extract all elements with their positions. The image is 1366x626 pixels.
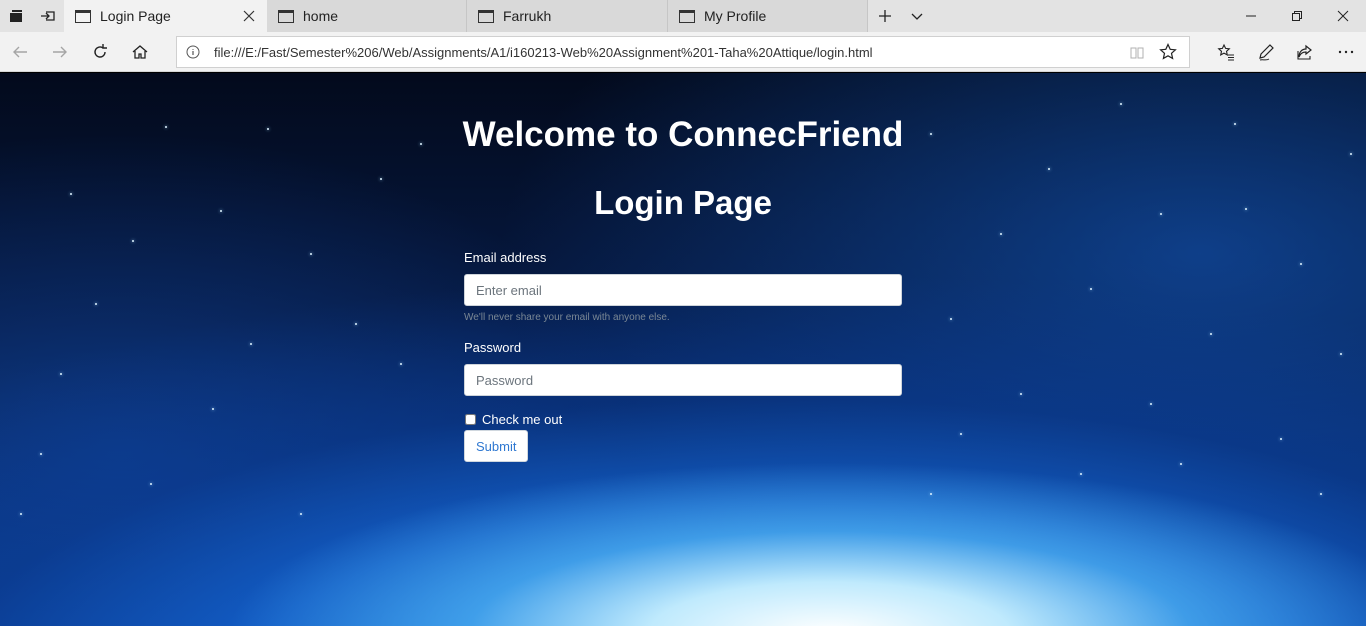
page-icon xyxy=(75,9,91,23)
submit-button[interactable]: Submit xyxy=(464,430,529,462)
book-icon[interactable] xyxy=(1129,45,1145,61)
set-aside-tabs-icon[interactable] xyxy=(32,0,64,32)
home-icon[interactable] xyxy=(120,32,160,72)
password-label: Password xyxy=(464,340,522,355)
email-label: Email address xyxy=(464,250,547,265)
star-icon[interactable] xyxy=(1159,43,1177,61)
url-text[interactable]: file:///E:/Fast/Semester%206/Web/Assignm… xyxy=(214,45,873,60)
tab-farrukh[interactable]: Farrukh xyxy=(467,0,668,32)
share-icon[interactable] xyxy=(1285,32,1325,72)
page-icon xyxy=(679,9,695,23)
ellipsis-icon[interactable] xyxy=(1326,32,1366,72)
plus-icon[interactable] xyxy=(869,0,901,32)
page-content: Welcome to ConnecFriend Login Page Email… xyxy=(0,73,1366,626)
email-input[interactable] xyxy=(464,274,902,306)
tab-actions-icon[interactable] xyxy=(0,0,32,32)
favorites-list-icon[interactable] xyxy=(1206,32,1246,72)
tab-label: home xyxy=(303,8,339,24)
back-arrow-icon[interactable] xyxy=(0,32,40,72)
check-me-out-row: Check me out xyxy=(464,412,902,427)
refresh-icon[interactable] xyxy=(80,32,120,72)
tab-login-page[interactable]: Login Page xyxy=(64,0,267,32)
tab-label: Farrukh xyxy=(503,8,552,24)
check-me-out-checkbox[interactable] xyxy=(465,414,476,425)
login-heading: Login Page xyxy=(594,184,772,221)
password-input[interactable] xyxy=(464,364,902,396)
close-window-icon[interactable] xyxy=(1320,0,1366,32)
page-icon xyxy=(278,9,294,23)
close-icon[interactable] xyxy=(241,8,257,24)
page-title: Welcome to ConnecFriend xyxy=(462,115,904,154)
minimize-icon[interactable] xyxy=(1228,0,1274,32)
page-icon xyxy=(478,9,494,23)
tab-label: My Profile xyxy=(704,8,767,24)
tab-strip: Login Page home Farrukh My Profile xyxy=(0,0,1366,32)
chevron-down-icon[interactable] xyxy=(901,0,933,32)
address-bar[interactable]: file:///E:/Fast/Semester%206/Web/Assignm… xyxy=(176,36,1190,68)
info-icon[interactable] xyxy=(186,45,200,59)
pen-icon[interactable] xyxy=(1246,32,1286,72)
forward-arrow-icon[interactable] xyxy=(40,32,80,72)
login-form: Email address We'll never share your ema… xyxy=(464,250,902,462)
tab-label: Login Page xyxy=(100,8,171,24)
restore-icon[interactable] xyxy=(1274,0,1320,32)
email-help-text: We'll never share your email with anyone… xyxy=(464,312,670,323)
tab-home[interactable]: home xyxy=(267,0,467,32)
checkbox-label[interactable]: Check me out xyxy=(482,412,562,427)
navigation-bar: file:///E:/Fast/Semester%206/Web/Assignm… xyxy=(0,32,1366,72)
tab-my-profile[interactable]: My Profile xyxy=(668,0,868,32)
